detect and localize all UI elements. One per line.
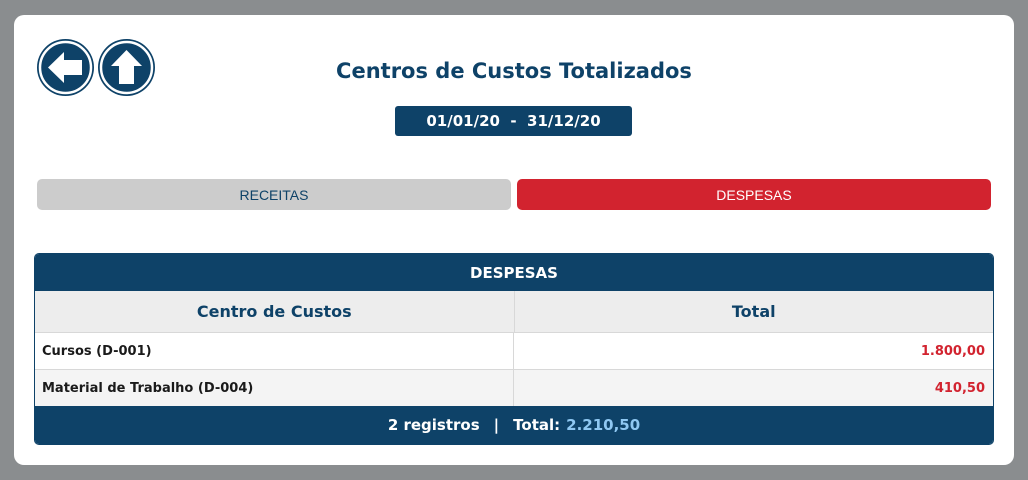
table-row[interactable]: Cursos (D-001) 1.800,00 (35, 333, 993, 370)
column-header-cost-center[interactable]: Centro de Custos (35, 291, 515, 332)
table-row[interactable]: Material de Trabalho (D-004) 410,50 (35, 370, 993, 407)
total-label: Total: (513, 416, 561, 434)
expenses-table: DESPESAS Centro de Custos Total Cursos (… (34, 253, 994, 445)
report-card: Centros de Custos Totalizados 01/01/20 -… (14, 15, 1014, 465)
row-cost-center: Material de Trabalho (D-004) (35, 370, 514, 406)
table-footer: 2 registros | Total: 2.210,50 (35, 406, 993, 444)
tab-despesas[interactable]: DESPESAS (517, 179, 991, 210)
table-column-headers: Centro de Custos Total (35, 291, 993, 333)
record-count: 2 registros (387, 416, 480, 434)
row-total: 1.800,00 (920, 343, 985, 359)
tab-receitas[interactable]: RECEITAS (37, 179, 511, 210)
row-cost-center: Cursos (D-001) (35, 333, 514, 369)
table-body: Cursos (D-001) 1.800,00 Material de Trab… (35, 333, 993, 407)
total-value: 2.210,50 (566, 416, 641, 434)
footer-separator: | (493, 416, 500, 434)
column-header-total[interactable]: Total (515, 291, 994, 332)
page-title: Centros de Custos Totalizados (336, 59, 692, 83)
row-total: 410,50 (934, 380, 985, 396)
date-range-badge[interactable]: 01/01/20 - 31/12/20 (395, 106, 632, 136)
table-title: DESPESAS (35, 254, 993, 291)
